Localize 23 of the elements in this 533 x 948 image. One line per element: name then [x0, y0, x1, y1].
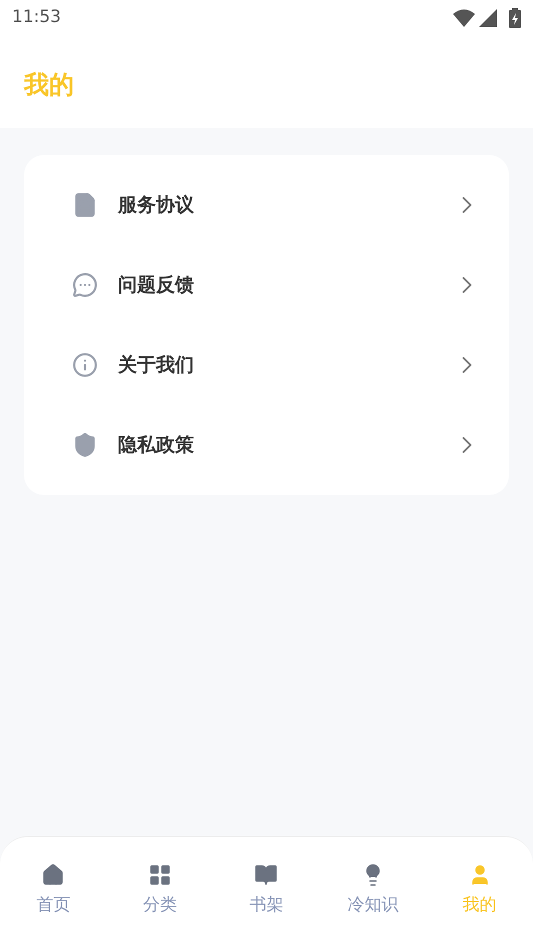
- page-title: 我的: [24, 70, 74, 99]
- chat-bubble-icon: [72, 272, 98, 298]
- menu-item[interactable]: 隐私政策: [24, 405, 509, 485]
- tab-item[interactable]: 书架: [213, 863, 320, 948]
- home-icon: [41, 863, 66, 887]
- info-icon: [72, 352, 98, 378]
- menu-item[interactable]: 服务协议: [24, 165, 509, 245]
- tab-item[interactable]: 我的: [426, 863, 533, 948]
- menu-label: 问题反馈: [118, 272, 195, 298]
- battery-icon: [509, 8, 521, 28]
- tab-item[interactable]: 分类: [106, 863, 214, 948]
- tab-item[interactable]: 冷知识: [320, 863, 426, 948]
- menu-item[interactable]: 关于我们: [24, 325, 509, 405]
- tab-item[interactable]: 首页: [0, 863, 107, 948]
- menu-item[interactable]: 问题反馈: [24, 245, 509, 325]
- menu-label: 关于我们: [118, 352, 195, 378]
- menu-label: 隐私政策: [118, 432, 195, 458]
- book-icon: [254, 863, 278, 887]
- status-time: 11:53: [12, 6, 61, 30]
- signal-icon: [479, 9, 497, 27]
- grid-icon: [148, 863, 172, 887]
- menu-label: 服务协议: [118, 192, 195, 218]
- wifi-icon: [453, 9, 475, 27]
